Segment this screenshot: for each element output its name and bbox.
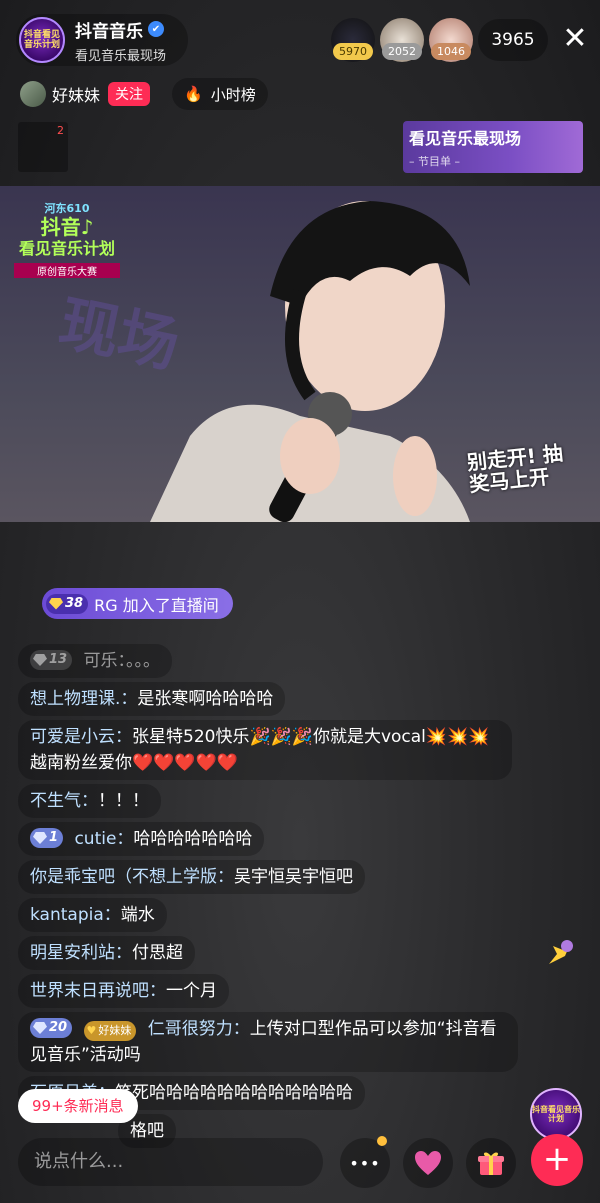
event-badge[interactable]: 抖音看见音乐计划 [530,1088,582,1140]
new-messages-button[interactable]: 99+条新消息 [18,1089,138,1123]
heart-icon [415,1151,441,1175]
interaction-button[interactable] [403,1138,453,1188]
hourly-rank-button[interactable]: 🔥 小时榜 [172,78,268,110]
flame-icon: 🔥 [184,85,203,103]
top-viewer-count: 2052 [382,43,422,60]
top-viewer-count: 5970 [333,43,373,60]
room-subtitle: 看见音乐最现场 [75,48,167,64]
level-badge: 38 [46,593,89,614]
chat-username: 可爱是小云： [30,727,132,747]
rank-label: 小时榜 [210,85,256,104]
chat-username: kantapia： [30,905,121,925]
more-icon: ••• [349,1153,381,1173]
close-icon[interactable]: ✕ [560,24,590,54]
list-item[interactable]: 20 ♥ 好妹妹 仁哥很努力：上传对口型作品可以参加“抖音看见音乐”活动吗 [18,1012,518,1076]
room-name: 抖音音乐 [75,21,143,42]
chat-text: 笑死哈哈哈哈哈哈哈哈哈哈哈哈 [115,1083,353,1103]
viewer-total[interactable]: 3965 [478,19,548,61]
list-item[interactable]: kantapia：端水 [18,898,518,936]
room-logo-text: 抖音看见音乐计划 [23,30,60,50]
chat-text: 哈哈哈哈哈哈哈 [133,829,253,849]
live-video[interactable]: 现场 河东610 抖音♪ 看见音乐计划 原创音乐大赛 别走开! 抽奖马上开 [0,186,600,522]
verified-icon: ✔ [148,21,164,37]
level-badge: 20 [30,1018,73,1038]
notification-count: 2 [57,124,64,137]
chat-username: 想上物理课.： [30,689,138,709]
chat-username: 明星安利站： [30,943,132,963]
chat-username: 你是乖宝吧（不想上学版： [30,867,234,887]
chat-text: 是张寒啊哈哈哈哈 [137,689,274,709]
list-item[interactable]: 明星安利站：付思超 [18,936,518,974]
join-text: RG 加入了直播间 [94,595,219,615]
list-item[interactable]: 可爱是小云：张星特520快乐🎉🎉🎉你就是大vocal💥💥💥越南粉丝爱你❤️❤️❤… [18,720,518,784]
comet-icon[interactable] [543,936,577,970]
room-info-chip[interactable]: 抖音看见音乐计划 抖音音乐 ✔ 看见音乐最现场 [16,14,188,66]
host-name: 好妹妹 [52,86,101,105]
chat-text: 端水 [120,905,155,925]
top-viewer-count: 1046 [431,43,471,60]
gift-button[interactable] [466,1138,516,1188]
comment-input[interactable]: 说点什么... [18,1138,323,1186]
program-card[interactable]: 看见音乐最现场 – 节目单 – [403,121,583,173]
chat-text: ！！！ [98,791,149,811]
chat-username: 不生气： [30,791,98,811]
add-button[interactable]: + [531,1134,583,1186]
chat-username: 世界末日再说吧： [30,981,166,1001]
program-title: 看见音乐最现场 [409,129,522,148]
notification-box[interactable]: 2 [18,122,68,172]
chat-text: 。。。 [126,651,160,671]
chat-username: 可乐： [83,651,127,671]
chat-text: 付思超 [132,943,183,963]
follow-button[interactable]: 关注 [108,82,151,106]
list-item[interactable]: 想上物理课.：是张寒啊哈哈哈哈 [18,682,518,720]
list-item[interactable]: 不生气：！！！ [18,784,518,822]
list-item[interactable]: 13 可乐：。。。 [18,644,518,682]
chat-list: 13 可乐：。。。 想上物理课.：是张寒啊哈哈哈哈 可爱是小云：张星特520快乐… [18,644,518,1152]
chat-text: 吴宇恒吴宇恒吧 [234,867,353,887]
level-badge: 1 [30,828,64,848]
gem-icon [33,832,47,844]
host-avatar[interactable] [20,81,46,107]
program-subtitle: – 节目单 – [409,155,460,168]
level-badge: 13 [30,650,73,670]
list-item[interactable]: 世界末日再说吧：一个月 [18,974,518,1012]
fan-badge: ♥ 好妹妹 [83,1021,137,1041]
gem-icon [33,654,47,666]
list-item[interactable]: 你是乖宝吧（不想上学版：吴宇恒吴宇恒吧 [18,860,518,898]
gem-icon [49,597,63,610]
notification-dot [377,1136,387,1146]
chat-username: cutie： [74,829,134,849]
room-avatar[interactable]: 抖音看见音乐计划 [19,17,65,63]
gem-icon [33,1022,47,1034]
list-item[interactable]: 1 cutie：哈哈哈哈哈哈哈 [18,822,518,860]
host-chip[interactable]: 好妹妹 关注 [16,78,158,110]
join-banner: 38 RG 加入了直播间 [42,588,233,619]
gift-icon [478,1152,504,1175]
chat-username: 仁哥很努力： [147,1019,250,1039]
chat-text: 一个月 [166,981,217,1001]
